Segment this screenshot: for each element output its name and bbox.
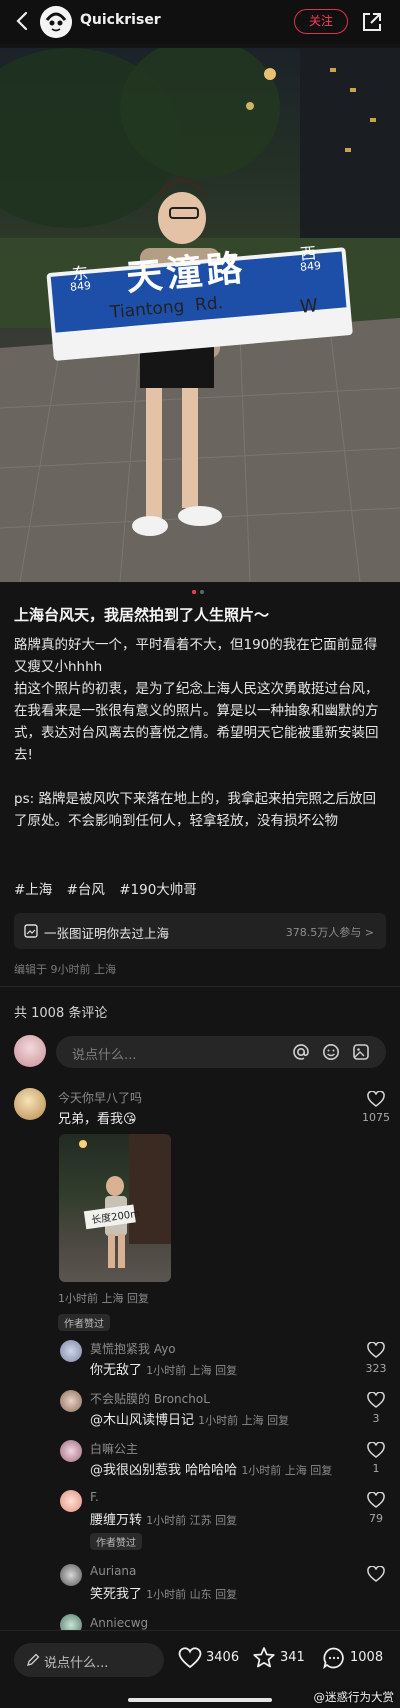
reply-body: 你无敌了 bbox=[90, 1363, 143, 1378]
post-body: 路牌真的好大一个，平时看着不大，但190的我在它面前显得又瘦又小hhhh 拍这个… bbox=[14, 634, 388, 832]
image-icon bbox=[24, 924, 38, 938]
reply-name[interactable]: 不会贴膜的 BronchoL bbox=[90, 1390, 210, 1407]
post-paragraph: ps: 路牌是被风吹下来落在地上的，我拿起来拍完照之后放回了原处。不会影响到任何… bbox=[14, 791, 376, 829]
heart-icon[interactable] bbox=[367, 1392, 385, 1408]
reply-text: @我很凶别惹我 哈哈哈哈 1小时前 上海 回复 bbox=[90, 1459, 332, 1478]
commenter-name[interactable]: 今天你早八了吗 bbox=[58, 1089, 142, 1106]
topic-participants: 378.5万人参与 > bbox=[285, 926, 374, 939]
like-total: 3406 bbox=[206, 1650, 240, 1665]
comment-total: 1008 bbox=[350, 1650, 384, 1665]
author-liked-badge: 作者赞过 bbox=[58, 1314, 110, 1331]
sign-right-number: 849 bbox=[299, 259, 322, 274]
like-count: 3 bbox=[372, 1412, 380, 1425]
tag-link[interactable]: #台风 bbox=[67, 882, 105, 898]
back-arrow-icon[interactable] bbox=[12, 10, 34, 32]
heart-icon[interactable] bbox=[367, 1342, 385, 1358]
post-photo[interactable]: 东 849 天潼路 西 849 Tiantong Rd. W bbox=[0, 48, 400, 582]
post-title: 上海台风天，我居然拍到了人生照片～ bbox=[14, 606, 270, 624]
topic-banner[interactable]: 一张图证明你去过上海 378.5万人参与 > bbox=[14, 913, 386, 949]
post-paragraph: 路牌真的好大一个，平时看着不大，但190的我在它面前显得又瘦又小hhhh bbox=[14, 637, 378, 675]
like-heart-icon[interactable] bbox=[178, 1647, 202, 1669]
heart-icon[interactable] bbox=[367, 1442, 385, 1458]
home-indicator[interactable] bbox=[128, 1698, 272, 1702]
reply-meta[interactable]: 1小时前 上海 回复 bbox=[146, 1364, 237, 1377]
post-tags: #上海 #台风 #190大帅哥 bbox=[14, 878, 207, 898]
reply-body: 哈哈哈哈 bbox=[185, 1463, 238, 1478]
reply-avatar[interactable] bbox=[60, 1440, 82, 1462]
share-icon[interactable] bbox=[361, 11, 383, 33]
star-total: 341 bbox=[280, 1650, 305, 1665]
reply-avatar[interactable] bbox=[60, 1390, 82, 1412]
sign-left-number: 849 bbox=[69, 279, 92, 294]
tag-link[interactable]: #190大帅哥 bbox=[119, 882, 197, 898]
reply-text: 笑死我了 1小时前 山东 回复 bbox=[90, 1583, 237, 1602]
post-paragraph: 拍这个照片的初衷，是为了纪念上海人民这次勇敢挺过台风，在我看来是一张很有意义的照… bbox=[14, 681, 379, 763]
sign-road-name: 天潼路 bbox=[124, 247, 248, 300]
reply-text: 腰缠万转 1小时前 江苏 回复 bbox=[90, 1509, 237, 1528]
bottom-bar: 说点什么... 3406 341 1008 @迷惑行为大赏 bbox=[0, 1630, 400, 1708]
reply-avatar[interactable] bbox=[60, 1490, 82, 1512]
comment-bubble-icon[interactable] bbox=[322, 1646, 346, 1670]
bottom-comment-input[interactable]: 说点什么... bbox=[14, 1643, 164, 1677]
author-liked-badge: 作者赞过 bbox=[90, 1533, 142, 1550]
reply-meta[interactable]: 1小时前 上海 回复 bbox=[198, 1414, 289, 1427]
reply-name[interactable]: 莫慌抱紧我 Ayo bbox=[90, 1340, 176, 1357]
author-avatar[interactable] bbox=[40, 6, 72, 38]
commenter-avatar[interactable] bbox=[14, 1088, 46, 1120]
like-count: 1 bbox=[372, 1462, 380, 1475]
star-icon[interactable] bbox=[252, 1646, 276, 1669]
reply-name[interactable]: Auriana bbox=[90, 1564, 136, 1578]
reply-body: 腰缠万转 bbox=[90, 1513, 143, 1528]
reply-meta[interactable]: 1小时前 山东 回复 bbox=[146, 1588, 237, 1601]
author-name[interactable]: Quickriser bbox=[80, 12, 161, 28]
comment-input-placeholder: 说点什么... bbox=[72, 1048, 137, 1063]
mention-link[interactable]: @我很凶别惹我 bbox=[90, 1463, 181, 1478]
at-icon[interactable] bbox=[292, 1043, 310, 1061]
carousel-dot bbox=[200, 590, 204, 594]
reply-meta[interactable]: 1小时前 上海 回复 bbox=[241, 1464, 332, 1477]
bottom-input-placeholder: 说点什么... bbox=[44, 1656, 109, 1671]
watermark: @迷惑行为大赏 bbox=[313, 1690, 395, 1704]
carousel-dot-active bbox=[192, 590, 196, 594]
reply-avatar[interactable] bbox=[60, 1564, 82, 1586]
reply-text: @木山风读博日记 1小时前 上海 回复 bbox=[90, 1409, 289, 1428]
mention-link[interactable]: @木山风读博日记 bbox=[90, 1413, 194, 1428]
topic-label: 一张图证明你去过上海 bbox=[44, 926, 170, 941]
like-count: 79 bbox=[369, 1512, 383, 1525]
carousel-indicator bbox=[0, 590, 400, 596]
image-icon[interactable] bbox=[352, 1043, 370, 1061]
emoji-icon[interactable] bbox=[322, 1043, 340, 1061]
reply-name[interactable]: Anniecwg bbox=[90, 1616, 148, 1630]
divider bbox=[0, 986, 400, 987]
like-count: 323 bbox=[365, 1362, 387, 1375]
tag-link[interactable]: #上海 bbox=[14, 882, 52, 898]
heart-icon[interactable] bbox=[367, 1091, 385, 1107]
comment-image[interactable]: 长度200m bbox=[59, 1134, 171, 1282]
reply-avatar[interactable] bbox=[60, 1340, 82, 1362]
my-avatar bbox=[14, 1035, 46, 1067]
pencil-icon bbox=[27, 1653, 40, 1666]
reply-text: 你无敌了 1小时前 上海 回复 bbox=[90, 1359, 237, 1378]
comment-input[interactable]: 说点什么... bbox=[56, 1036, 386, 1068]
reply-name[interactable]: 白嘛公主 bbox=[90, 1440, 138, 1457]
like-count: 1075 bbox=[362, 1111, 390, 1124]
comment-meta[interactable]: 1小时前 上海 回复 bbox=[58, 1290, 149, 1306]
comment-text: 兄弟，看我😘 bbox=[58, 1112, 137, 1127]
heart-icon[interactable] bbox=[367, 1492, 385, 1508]
reply-body: 笑死我了 bbox=[90, 1587, 143, 1602]
heart-icon[interactable] bbox=[367, 1566, 385, 1582]
sign-direction: W bbox=[299, 295, 319, 318]
follow-button[interactable]: 关注 bbox=[294, 9, 348, 34]
comment-count: 共 1008 条评论 bbox=[14, 1006, 108, 1021]
top-bar: Quickriser 关注 bbox=[0, 0, 400, 44]
reply-name[interactable]: F. bbox=[90, 1490, 99, 1504]
edit-timestamp: 编辑于 9小时前 上海 bbox=[14, 963, 116, 976]
reply-meta[interactable]: 1小时前 江苏 回复 bbox=[146, 1514, 237, 1527]
